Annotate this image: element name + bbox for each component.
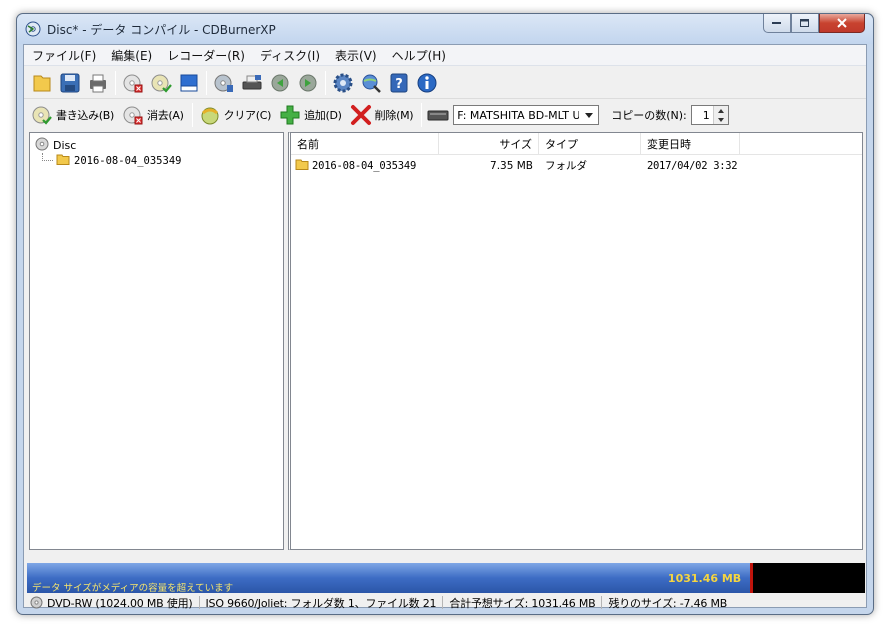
cell-type: フォルダ: [545, 160, 587, 172]
stepper-up-icon[interactable]: [713, 106, 728, 115]
erase-button-label: 消去(A): [147, 109, 184, 122]
capacity-warning: データ サイズがメディアの容量を超えています: [32, 583, 234, 594]
open-folder-icon[interactable]: [30, 71, 54, 95]
menu-edit[interactable]: 編集(E): [103, 47, 159, 64]
capacity-value: 1031.46 MB: [667, 572, 742, 585]
delete-button-label: 削除(M): [374, 109, 414, 122]
delete-x-icon: [350, 104, 372, 126]
tree-item-label: 2016-08-04_035349: [74, 154, 182, 167]
erase-disc-icon: [122, 104, 144, 126]
status-media-text: DVD-RW (1024.00 MB 使用): [47, 596, 193, 610]
drive-icon[interactable]: [240, 71, 264, 95]
close-button[interactable]: [819, 14, 865, 33]
about-info-icon[interactable]: [415, 71, 439, 95]
file-list[interactable]: 名前 サイズ タイプ 変更日時 2016-08-04_035349 7.35 M…: [288, 132, 863, 550]
toolbar-separator: [325, 70, 326, 95]
erase-button[interactable]: 消去(A): [119, 103, 187, 127]
menu-bar: ファイル(F) 編集(E) レコーダー(R) ディスク(I) 表示(V) ヘルプ…: [24, 45, 866, 66]
cell-name: 2016-08-04_035349: [291, 157, 439, 174]
cdburnerxp-app-icon[interactable]: [25, 21, 41, 37]
menu-disc[interactable]: ディスク(I): [252, 47, 327, 64]
help-question-icon[interactable]: ?: [387, 71, 411, 95]
stepper-arrows: [712, 106, 728, 124]
table-row[interactable]: 2016-08-04_035349 7.35 MB フォルダ 2017/04/0…: [291, 157, 862, 174]
save-icon[interactable]: [58, 71, 82, 95]
drive-select[interactable]: F: MATSHITA BD-MLT U: [453, 105, 600, 125]
clear-button-label: クリア(C): [223, 109, 272, 122]
disc-icon: [35, 137, 49, 154]
burn-button-label: 書き込み(B): [56, 109, 115, 122]
disc-back-icon[interactable]: [268, 71, 292, 95]
column-header-type[interactable]: タイプ: [539, 133, 641, 155]
app-window: Disc* - データ コンパイル - CDBurnerXP ファイル(F) 編…: [16, 13, 874, 615]
folder-icon: [56, 152, 70, 169]
status-media: DVD-RW (1024.00 MB 使用): [24, 596, 200, 610]
tree-root-label: Disc: [53, 139, 77, 152]
caption-buttons: [763, 14, 865, 34]
clear-button[interactable]: クリア(C): [196, 103, 274, 127]
capacity-bar: データ サイズがメディアの容量を超えています 1031.46 MB: [27, 563, 865, 594]
settings-gear-icon[interactable]: [331, 71, 355, 95]
cell-name-text: 2016-08-04_035349: [312, 159, 417, 172]
burn-button[interactable]: 書き込み(B): [28, 103, 117, 127]
add-button-label: 追加(D): [304, 109, 342, 122]
disc-info-icon[interactable]: [212, 71, 236, 95]
status-bar: DVD-RW (1024.00 MB 使用) ISO 9660/Joliet: …: [24, 596, 866, 610]
column-header-date[interactable]: 変更日時: [641, 133, 740, 155]
close-icon: [837, 18, 847, 28]
column-header-size[interactable]: サイズ: [439, 133, 539, 155]
status-total-size: 合計予想サイズ: 1031.46 MB: [443, 596, 603, 610]
capacity-over-marker: [749, 563, 753, 593]
toolbar-separator: [191, 103, 193, 127]
list-header: 名前 サイズ タイプ 変更日時: [291, 133, 862, 155]
drive-icon: [427, 104, 449, 126]
burn-disc-icon: [31, 104, 53, 126]
copies-value: 1: [702, 109, 710, 122]
status-filesystem: ISO 9660/Joliet: フォルダ数 1、ファイル数 21: [200, 596, 444, 610]
delete-button[interactable]: 削除(M): [347, 103, 417, 127]
print-icon[interactable]: [86, 71, 110, 95]
drive-select-value: F: MATSHITA BD-MLT U: [457, 108, 580, 122]
maximize-button[interactable]: [791, 14, 819, 33]
tree-item-folder[interactable]: 2016-08-04_035349: [56, 152, 181, 169]
disc-icon: [30, 596, 43, 609]
window-title: Disc* - データ コンパイル - CDBurnerXP: [47, 23, 276, 37]
chevron-down-icon[interactable]: [581, 108, 596, 122]
toolbar-separator: [421, 103, 423, 127]
status-remaining-size: 残りのサイズ: -7.46 MB: [608, 596, 728, 610]
minimize-button[interactable]: [763, 14, 791, 33]
title-bar[interactable]: Disc* - データ コンパイル - CDBurnerXP: [17, 14, 873, 44]
cell-size: 7.35 MB: [490, 159, 533, 172]
add-plus-icon: [279, 104, 301, 126]
main-toolbar: ?: [24, 67, 866, 99]
client-area: ファイル(F) 編集(E) レコーダー(R) ディスク(I) 表示(V) ヘルプ…: [23, 44, 867, 610]
compile-toolbar: 書き込み(B) 消去(A) クリア(C) 追加(D) 削除(M) F: MATS…: [24, 100, 866, 130]
menu-file[interactable]: ファイル(F): [24, 47, 103, 64]
stepper-down-icon[interactable]: [713, 115, 728, 124]
menu-help[interactable]: ヘルプ(H): [384, 47, 453, 64]
disc-forward-icon[interactable]: [296, 71, 320, 95]
erase-disc-icon[interactable]: [121, 71, 145, 95]
web-search-icon[interactable]: [359, 71, 383, 95]
cell-date: 2017/04/02 3:32: [647, 159, 738, 172]
folder-icon: [295, 157, 309, 174]
copies-stepper[interactable]: 1: [690, 105, 729, 125]
toolbar-separator: [115, 70, 116, 95]
window-blue-icon[interactable]: [177, 71, 201, 95]
menu-view[interactable]: 表示(V): [327, 47, 384, 64]
add-button[interactable]: 追加(D): [276, 103, 345, 127]
menu-recorder[interactable]: レコーダー(R): [159, 47, 252, 64]
tree-connector: [42, 160, 53, 161]
clear-broom-icon: [199, 104, 221, 126]
burn-disc-icon[interactable]: [149, 71, 173, 95]
svg-text:?: ?: [395, 77, 403, 92]
folder-tree[interactable]: Disc 2016-08-04_035349: [29, 132, 284, 550]
column-header-name[interactable]: 名前: [291, 133, 439, 155]
toolbar-separator: [206, 70, 207, 95]
copies-label: コピーの数(N):: [611, 109, 687, 122]
